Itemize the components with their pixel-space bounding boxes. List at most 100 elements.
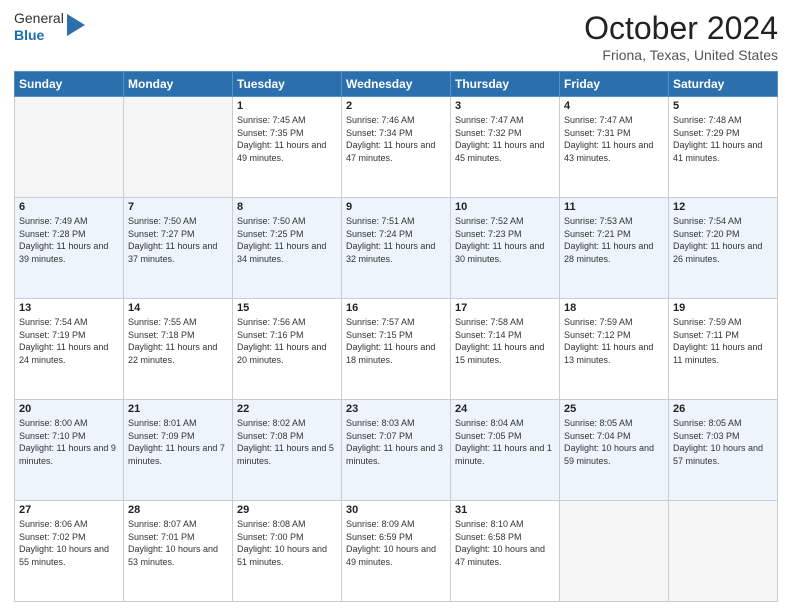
day-number: 4 [564,100,664,112]
day-info: Sunrise: 7:58 AM Sunset: 7:14 PM Dayligh… [455,316,555,366]
column-header-thursday: Thursday [451,72,560,97]
day-number: 3 [455,100,555,112]
calendar-week-row: 20 Sunrise: 8:00 AM Sunset: 7:10 PM Dayli… [15,400,778,501]
day-number: 22 [237,403,337,415]
calendar-day-cell: 2 Sunrise: 7:46 AM Sunset: 7:34 PM Daylig… [342,97,451,198]
day-number: 14 [128,302,228,314]
calendar-day-cell [15,97,124,198]
logo: General Blue [14,10,85,44]
day-number: 8 [237,201,337,213]
day-number: 25 [564,403,664,415]
logo-blue: Blue [14,27,64,44]
calendar-week-row: 27Sunrise: 8:06 AM Sunset: 7:02 PM Dayli… [15,501,778,602]
calendar-day-cell: 6 Sunrise: 7:49 AM Sunset: 7:28 PM Daylig… [15,198,124,299]
calendar-day-cell: 22Sunrise: 8:02 AM Sunset: 7:08 PM Dayli… [233,400,342,501]
day-info: Sunrise: 7:53 AM Sunset: 7:21 PM Dayligh… [564,215,664,265]
day-number: 21 [128,403,228,415]
calendar-day-cell: 11 Sunrise: 7:53 AM Sunset: 7:21 PM Dayli… [560,198,669,299]
calendar-day-cell: 27Sunrise: 8:06 AM Sunset: 7:02 PM Dayli… [15,501,124,602]
column-header-tuesday: Tuesday [233,72,342,97]
column-header-wednesday: Wednesday [342,72,451,97]
column-header-monday: Monday [124,72,233,97]
day-info: Sunrise: 7:46 AM Sunset: 7:34 PM Dayligh… [346,114,446,164]
day-number: 9 [346,201,446,213]
calendar-day-cell: 9 Sunrise: 7:51 AM Sunset: 7:24 PM Daylig… [342,198,451,299]
day-info: Sunrise: 7:59 AM Sunset: 7:11 PM Dayligh… [673,316,773,366]
day-info: Sunrise: 7:47 AM Sunset: 7:32 PM Dayligh… [455,114,555,164]
calendar-day-cell: 26 Sunrise: 8:05 AM Sunset: 7:03 PM Dayli… [669,400,778,501]
title-block: October 2024 Friona, Texas, United State… [584,10,778,63]
day-info: Sunrise: 8:03 AM Sunset: 7:07 PM Dayligh… [346,417,446,467]
day-number: 18 [564,302,664,314]
calendar-day-cell: 5 Sunrise: 7:48 AM Sunset: 7:29 PM Daylig… [669,97,778,198]
day-info: Sunrise: 7:57 AM Sunset: 7:15 PM Dayligh… [346,316,446,366]
day-info: Sunrise: 7:50 AM Sunset: 7:27 PM Dayligh… [128,215,228,265]
page: General Blue October 2024 Friona, Texas,… [0,0,792,612]
calendar-day-cell: 28 Sunrise: 8:07 AM Sunset: 7:01 PM Dayli… [124,501,233,602]
calendar-day-cell: 20 Sunrise: 8:00 AM Sunset: 7:10 PM Dayli… [15,400,124,501]
calendar-day-cell: 29Sunrise: 8:08 AM Sunset: 7:00 PM Dayli… [233,501,342,602]
column-header-saturday: Saturday [669,72,778,97]
day-info: Sunrise: 8:10 AM Sunset: 6:58 PM Dayligh… [455,518,555,568]
logo-text: General Blue [14,10,64,44]
logo-arrow-icon [67,14,85,36]
calendar-day-cell: 13 Sunrise: 7:54 AM Sunset: 7:19 PM Dayli… [15,299,124,400]
page-title: October 2024 [584,10,778,47]
day-number: 29 [237,504,337,516]
logo-general: General [14,10,64,27]
day-number: 7 [128,201,228,213]
day-number: 16 [346,302,446,314]
day-number: 23 [346,403,446,415]
day-number: 17 [455,302,555,314]
day-number: 28 [128,504,228,516]
day-info: Sunrise: 8:00 AM Sunset: 7:10 PM Dayligh… [19,417,119,467]
calendar-day-cell: 7 Sunrise: 7:50 AM Sunset: 7:27 PM Daylig… [124,198,233,299]
day-number: 2 [346,100,446,112]
column-header-sunday: Sunday [15,72,124,97]
calendar-day-cell [124,97,233,198]
day-number: 1 [237,100,337,112]
day-info: Sunrise: 7:54 AM Sunset: 7:19 PM Dayligh… [19,316,119,366]
day-info: Sunrise: 7:59 AM Sunset: 7:12 PM Dayligh… [564,316,664,366]
day-number: 24 [455,403,555,415]
calendar-week-row: 1 Sunrise: 7:45 AM Sunset: 7:35 PM Daylig… [15,97,778,198]
calendar-day-cell: 12Sunrise: 7:54 AM Sunset: 7:20 PM Dayli… [669,198,778,299]
calendar-day-cell: 24Sunrise: 8:04 AM Sunset: 7:05 PM Dayli… [451,400,560,501]
calendar-day-cell: 16 Sunrise: 7:57 AM Sunset: 7:15 PM Dayli… [342,299,451,400]
calendar-week-row: 13 Sunrise: 7:54 AM Sunset: 7:19 PM Dayli… [15,299,778,400]
day-info: Sunrise: 7:56 AM Sunset: 7:16 PM Dayligh… [237,316,337,366]
calendar-day-cell: 19Sunrise: 7:59 AM Sunset: 7:11 PM Dayli… [669,299,778,400]
day-info: Sunrise: 7:47 AM Sunset: 7:31 PM Dayligh… [564,114,664,164]
day-info: Sunrise: 7:52 AM Sunset: 7:23 PM Dayligh… [455,215,555,265]
calendar-day-cell: 25Sunrise: 8:05 AM Sunset: 7:04 PM Dayli… [560,400,669,501]
calendar-table: SundayMondayTuesdayWednesdayThursdayFrid… [14,71,778,602]
calendar-day-cell: 3 Sunrise: 7:47 AM Sunset: 7:32 PM Daylig… [451,97,560,198]
day-info: Sunrise: 7:54 AM Sunset: 7:20 PM Dayligh… [673,215,773,265]
day-info: Sunrise: 8:01 AM Sunset: 7:09 PM Dayligh… [128,417,228,467]
calendar-day-cell: 10Sunrise: 7:52 AM Sunset: 7:23 PM Dayli… [451,198,560,299]
day-number: 11 [564,201,664,213]
day-number: 6 [19,201,119,213]
calendar-day-cell: 1 Sunrise: 7:45 AM Sunset: 7:35 PM Daylig… [233,97,342,198]
header: General Blue October 2024 Friona, Texas,… [14,10,778,63]
day-info: Sunrise: 8:09 AM Sunset: 6:59 PM Dayligh… [346,518,446,568]
day-info: Sunrise: 8:05 AM Sunset: 7:03 PM Dayligh… [673,417,773,467]
day-info: Sunrise: 7:45 AM Sunset: 7:35 PM Dayligh… [237,114,337,164]
day-info: Sunrise: 7:55 AM Sunset: 7:18 PM Dayligh… [128,316,228,366]
calendar-day-cell: 17 Sunrise: 7:58 AM Sunset: 7:14 PM Dayli… [451,299,560,400]
day-number: 26 [673,403,773,415]
day-info: Sunrise: 7:49 AM Sunset: 7:28 PM Dayligh… [19,215,119,265]
day-number: 13 [19,302,119,314]
day-info: Sunrise: 7:51 AM Sunset: 7:24 PM Dayligh… [346,215,446,265]
calendar-day-cell: 14 Sunrise: 7:55 AM Sunset: 7:18 PM Dayli… [124,299,233,400]
calendar-day-cell: 15Sunrise: 7:56 AM Sunset: 7:16 PM Dayli… [233,299,342,400]
day-number: 20 [19,403,119,415]
day-info: Sunrise: 7:48 AM Sunset: 7:29 PM Dayligh… [673,114,773,164]
day-info: Sunrise: 8:07 AM Sunset: 7:01 PM Dayligh… [128,518,228,568]
location-subtitle: Friona, Texas, United States [584,47,778,63]
day-info: Sunrise: 7:50 AM Sunset: 7:25 PM Dayligh… [237,215,337,265]
calendar-day-cell [560,501,669,602]
day-number: 5 [673,100,773,112]
day-info: Sunrise: 8:06 AM Sunset: 7:02 PM Dayligh… [19,518,119,568]
calendar-day-cell: 4 Sunrise: 7:47 AM Sunset: 7:31 PM Daylig… [560,97,669,198]
